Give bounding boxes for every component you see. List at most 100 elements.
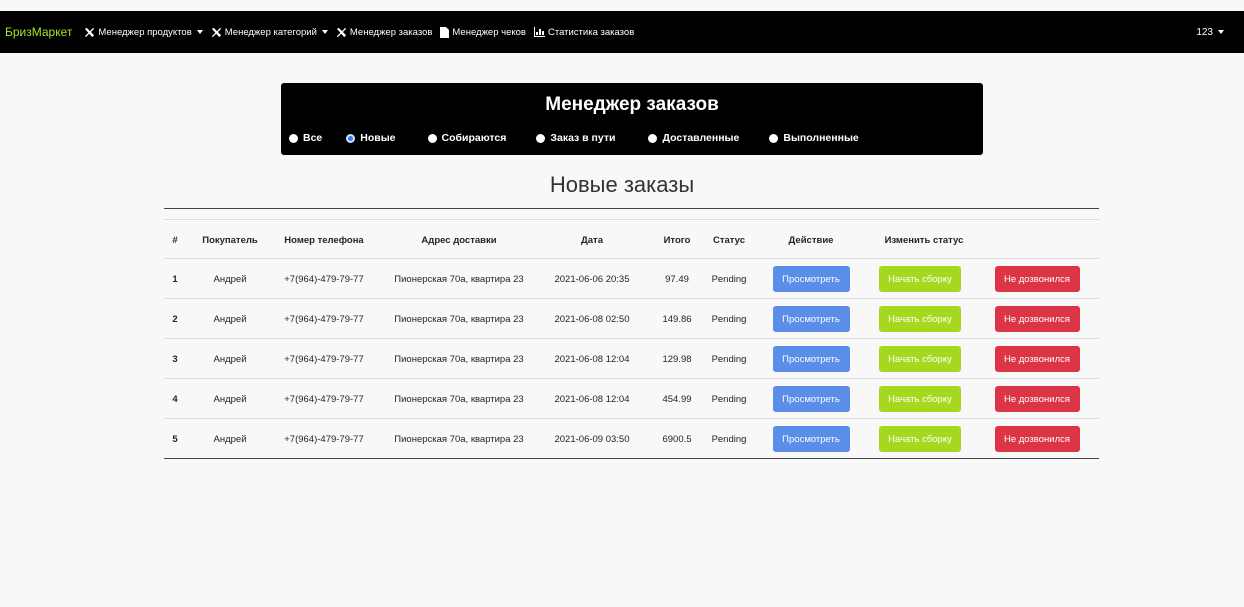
radio-button[interactable] [427,133,437,143]
header-total: Итого [663,234,691,246]
filter-title: Менеджер заказов [545,94,719,115]
row-customer: Андрей [213,313,247,325]
top-navbar: БризМаркет Менеджер продуктов Менеджер к… [0,11,1244,53]
header-date: Дата [581,234,603,246]
nav-order-manager[interactable]: Менеджер заказов [336,27,432,38]
row-customer: Андрей [213,273,247,285]
view-order-button[interactable]: Просмотреть [772,266,850,292]
nav-product-manager[interactable]: Менеджер продуктов [84,26,203,38]
row-date: 2021-06-08 12:04 [554,393,630,405]
row-num: 4 [172,393,178,405]
row-total: 454.99 [662,393,692,405]
view-order-button[interactable]: Просмотреть [772,386,850,412]
tools-icon [85,27,95,37]
table-top-rule [164,208,1099,209]
row-status: Pending [711,433,747,445]
row-status: Pending [711,273,747,285]
table-row: 5 Андрей +7(964)-479-79-77 Пионерская 70… [164,419,1099,459]
radio-delivered[interactable]: Доставленные [648,132,739,144]
nav-order-stats-label: Статистика заказов [547,26,635,38]
view-order-button[interactable]: Просмотреть [772,426,850,452]
row-address: Пионерская 70а, квартира 23 [394,313,524,325]
table-header-row: # Покупатель Номер телефона Адрес достав… [164,220,1099,259]
row-phone: +7(964)-479-79-77 [284,273,364,285]
row-num: 2 [172,313,178,325]
row-num: 1 [172,273,178,285]
no-answer-button[interactable]: Не дозвонился [994,426,1080,452]
radio-label: Доставленные [662,132,740,144]
nav-category-manager[interactable]: Менеджер категорий [211,27,328,38]
no-answer-button[interactable]: Не дозвонился [994,266,1080,292]
radio-label: Заказ в пути [550,132,616,144]
nav-category-manager-label: Менеджер категорий [224,26,317,38]
table-bottom-rule [164,458,1099,459]
chevron-down-icon [1218,30,1224,34]
status-radio-group: Все Новые Собираются Заказ в пути Достав… [289,132,859,144]
header-num: # [172,234,178,246]
row-num: 3 [172,353,178,365]
radio-assembling[interactable]: Собираются [427,132,507,144]
user-menu[interactable]: 123 [1196,11,1224,53]
table-row: 1 Андрей +7(964)-479-79-77 Пионерская 70… [164,259,1099,299]
row-date: 2021-06-08 02:50 [554,313,630,325]
row-address: Пионерская 70а, квартира 23 [394,393,524,405]
nav-receipt-manager-label: Менеджер чеков [452,26,526,38]
row-date: 2021-06-09 03:50 [554,433,630,445]
radio-button[interactable] [769,133,779,143]
header-change-status: Изменить статус [884,234,964,246]
no-answer-button[interactable]: Не дозвонился [994,386,1080,412]
table-row: 3 Андрей +7(964)-479-79-77 Пионерская 70… [164,339,1099,379]
row-customer: Андрей [213,393,247,405]
tools-icon [211,27,221,37]
start-assembly-button[interactable]: Начать сборку [879,426,961,452]
row-customer: Андрей [213,353,247,365]
order-filter-panel: Менеджер заказов Все Новые Собираются За… [281,83,983,155]
radio-button[interactable] [536,133,546,143]
radio-button-checked[interactable] [346,133,356,143]
chart-icon [533,27,545,37]
start-assembly-button[interactable]: Начать сборку [879,306,961,332]
radio-completed[interactable]: Выполненные [769,132,859,144]
header-status: Статус [712,234,746,246]
radio-label: Все [303,132,323,144]
row-date: 2021-06-06 20:35 [554,273,630,285]
row-address: Пионерская 70а, квартира 23 [394,353,524,365]
row-phone: +7(964)-479-79-77 [284,393,364,405]
view-order-button[interactable]: Просмотреть [772,306,850,332]
row-total: 6900.5 [662,433,692,445]
nav-order-stats[interactable]: Статистика заказов [533,26,635,38]
no-answer-button[interactable]: Не дозвонился [994,346,1080,372]
row-address: Пионерская 70а, квартира 23 [394,433,524,445]
table-row: 2 Андрей +7(964)-479-79-77 Пионерская 70… [164,299,1099,339]
header-phone: Номер телефона [284,234,364,246]
nav-receipt-manager[interactable]: Менеджер чеков [440,26,526,38]
header-customer: Покупатель [202,234,258,246]
radio-label: Выполненные [783,132,859,144]
nav-product-manager-label: Менеджер продуктов [98,26,192,38]
row-address: Пионерская 70а, квартира 23 [394,273,524,285]
row-status: Pending [711,393,747,405]
radio-new[interactable]: Новые [346,132,396,144]
start-assembly-button[interactable]: Начать сборку [879,346,961,372]
radio-button[interactable] [648,133,658,143]
start-assembly-button[interactable]: Начать сборку [879,386,961,412]
row-status: Pending [711,353,747,365]
row-total: 129.98 [662,353,692,365]
brand-logo[interactable]: БризМаркет [5,25,72,39]
tools-icon [336,27,346,37]
no-answer-button[interactable]: Не дозвонился [994,306,1080,332]
radio-all[interactable]: Все [289,132,322,144]
page-title: Новые заказы [549,172,695,197]
radio-label: Новые [360,132,396,144]
document-icon [440,26,450,38]
radio-label: Собираются [441,132,507,144]
row-phone: +7(964)-479-79-77 [284,353,364,365]
row-num: 5 [172,433,178,445]
chevron-down-icon [321,30,328,34]
row-total: 97.49 [665,273,689,285]
radio-in-transit[interactable]: Заказ в пути [536,132,615,144]
view-order-button[interactable]: Просмотреть [772,346,850,372]
start-assembly-button[interactable]: Начать сборку [879,266,961,292]
row-status: Pending [711,313,747,325]
radio-button[interactable] [289,133,298,143]
